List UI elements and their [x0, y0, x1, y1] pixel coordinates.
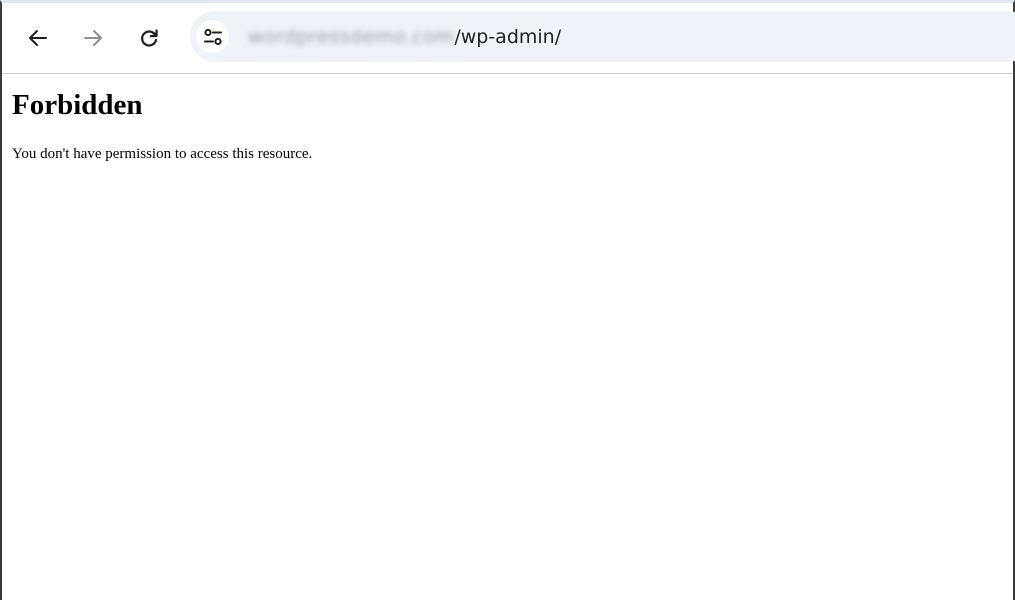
- reload-button[interactable]: [133, 22, 165, 54]
- reload-icon: [141, 29, 158, 47]
- page-content: Forbidden You don't have permission to a…: [12, 87, 1003, 164]
- url-domain: wordpressdemo.com: [248, 25, 455, 48]
- tune-icon: [203, 28, 222, 45]
- address-bar[interactable]: wordpressdemo.com/wp-admin/: [190, 11, 1015, 62]
- back-button[interactable]: [22, 22, 54, 54]
- page-heading: Forbidden: [12, 89, 143, 121]
- arrow-left-icon: [29, 30, 47, 46]
- arrow-right-icon: [84, 30, 102, 46]
- forward-button[interactable]: [77, 22, 109, 54]
- error-message: You don't have permission to access this…: [12, 146, 313, 162]
- url-text[interactable]: wordpressdemo.com/wp-admin/: [248, 11, 561, 62]
- browser-toolbar: wordpressdemo.com/wp-admin/: [2, 3, 1015, 74]
- browser-window: wordpressdemo.com/wp-admin/ Forbidden Yo…: [0, 0, 1015, 600]
- site-info-button[interactable]: [196, 20, 229, 53]
- url-path: /wp-admin/: [454, 25, 562, 48]
